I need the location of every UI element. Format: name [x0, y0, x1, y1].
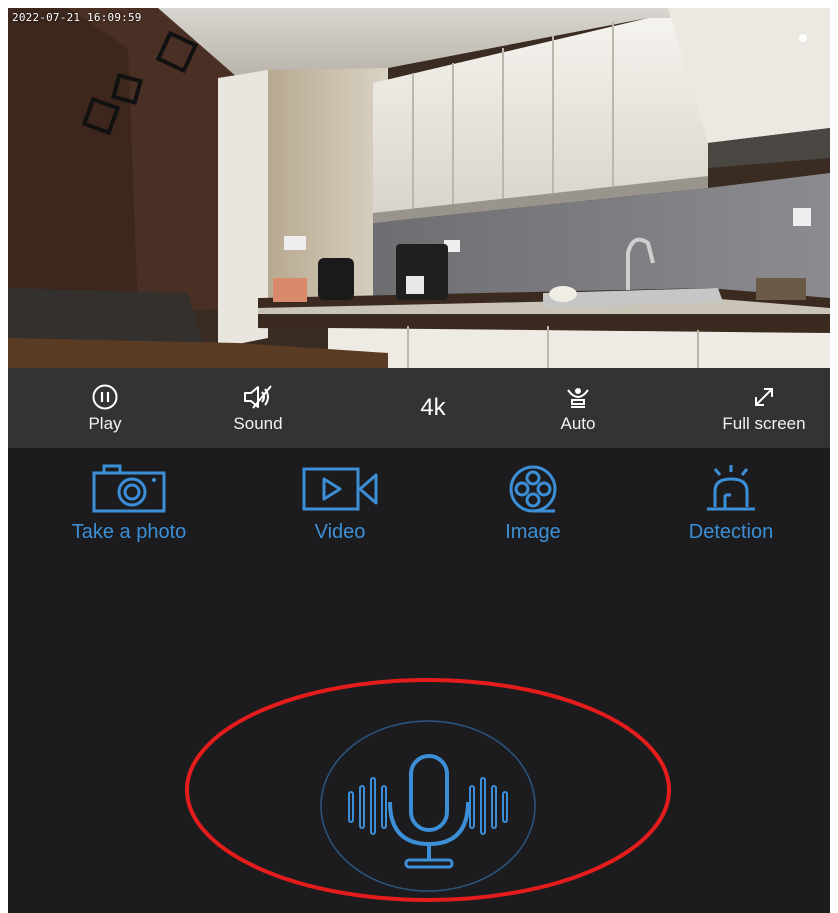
expand-icon	[755, 388, 773, 406]
night-vision-icon	[567, 388, 589, 408]
video-icon	[302, 467, 378, 511]
timestamp-overlay: 2022-07-21 16:09:59	[12, 11, 142, 24]
film-reel-icon	[509, 465, 557, 513]
pause-icon	[92, 384, 118, 410]
play-label: Play	[88, 414, 122, 433]
auto-mode-button[interactable]: Auto	[528, 368, 628, 448]
talk-microphone-button[interactable]	[320, 720, 536, 892]
alarm-light-icon	[707, 465, 755, 511]
detection-button[interactable]: Detection	[660, 463, 802, 553]
take-photo-button[interactable]: Take a photo	[44, 463, 214, 553]
sound-button[interactable]: Sound	[203, 368, 313, 448]
camera-icon	[92, 464, 166, 513]
image-label: Image	[505, 521, 561, 543]
auto-label: Auto	[560, 414, 596, 433]
video-button[interactable]: Video	[270, 463, 410, 553]
detection-label: Detection	[688, 521, 774, 543]
resolution-button[interactable]: 4k	[383, 368, 483, 448]
playback-control-bar: Play Sound 4k Auto Full screen	[8, 368, 830, 448]
speaker-muted-icon	[244, 385, 272, 409]
camera-app: 2022-07-21 16:09:59 Play Sound 4k Auto F…	[8, 8, 830, 913]
take-photo-label: Take a photo	[71, 521, 187, 543]
kitchen-scene-image	[8, 8, 830, 368]
microphone-icon	[320, 720, 536, 892]
resolution-label: 4k	[420, 394, 446, 421]
fullscreen-button[interactable]: Full screen	[698, 368, 830, 448]
fullscreen-label: Full screen	[722, 414, 806, 433]
play-button[interactable]: Play	[50, 368, 160, 448]
sound-label: Sound	[233, 414, 283, 433]
live-camera-feed[interactable]: 2022-07-21 16:09:59	[8, 8, 830, 368]
image-button[interactable]: Image	[463, 463, 603, 553]
video-label: Video	[314, 521, 366, 543]
